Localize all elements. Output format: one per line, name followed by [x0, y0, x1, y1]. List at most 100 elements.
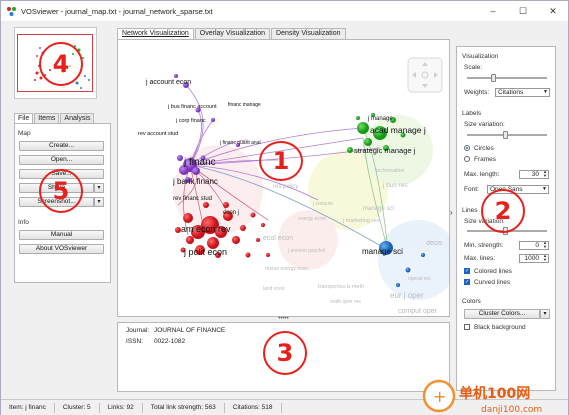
label-j-polit-econ: j polit econ	[183, 247, 227, 257]
label-j-bus-financ-account: j bus financ account	[167, 104, 217, 110]
navigation-control-icon[interactable]	[407, 57, 443, 93]
black-background-label: Black background	[474, 324, 526, 331]
map-section-label: Map	[18, 130, 31, 137]
frames-radio[interactable]	[464, 156, 470, 162]
annotation-3: 3	[263, 331, 307, 375]
label-j-environ-psychol: j environ psychol	[287, 248, 325, 254]
font-label: Font:	[464, 186, 479, 193]
status-total-link-strength: Total link strength: 563	[143, 402, 225, 413]
labels-size-variation-label: Size variation:	[464, 121, 505, 128]
annotation-4: 4	[39, 42, 83, 86]
manual-button[interactable]: Manual	[19, 230, 104, 240]
label-transport-res: transportes b-meth	[318, 284, 364, 290]
lines-section-label: Lines	[462, 207, 478, 214]
label-am-econ-rev: am econ rev	[181, 224, 231, 234]
annotation-1: 1	[259, 141, 303, 181]
label-decis: decis	[426, 240, 443, 247]
label-strategic-manage-j: strategic manage j	[354, 146, 416, 155]
chevron-down-icon: ▼	[543, 89, 548, 95]
status-citations: Citations: 518	[225, 402, 282, 413]
chevron-down-icon: ▼	[542, 186, 547, 192]
scale-slider-thumb[interactable]	[491, 74, 496, 82]
tab-density-visualization[interactable]: Density Visualization	[271, 28, 346, 39]
label-econ-j: econ j	[223, 210, 239, 216]
status-links: Links: 92	[100, 402, 143, 413]
status-item: Item: j financ	[1, 402, 55, 413]
tab-file[interactable]: File	[14, 113, 34, 123]
min-strength-value: 0	[535, 242, 539, 249]
svg-text:+: +	[433, 387, 446, 406]
label-j-financ: j financ	[183, 157, 216, 168]
open-button[interactable]: Open...	[19, 155, 104, 165]
visualization-tabs: Network Visualization Overlay Visualizat…	[117, 28, 347, 39]
max-lines-value: 1000	[524, 255, 539, 262]
label-manage-sci-small: manage sci	[363, 206, 394, 212]
screenshot-dropdown-icon[interactable]: ▾	[94, 197, 104, 207]
label-j-consum: j consum	[312, 201, 333, 207]
circles-radio[interactable]	[464, 145, 470, 151]
label-resour-energy-econ: resour energy econ	[265, 266, 308, 272]
label-j-financ-quant-anal: j financ quant anal	[219, 140, 261, 146]
spinner-arrows-icon[interactable]: ▲ ▼	[543, 170, 547, 178]
max-lines-label: Max. lines:	[464, 255, 496, 262]
min-strength-label: Min. strength:	[464, 242, 504, 249]
label-acad-manage-j: acad manage j	[370, 125, 426, 135]
label-manage-sci: manage sci	[362, 247, 403, 256]
tab-analysis[interactable]: Analysis	[60, 113, 95, 123]
window-title: VOSviewer - journal_map.txt - journal_ne…	[21, 6, 213, 16]
issn-value: 0022-1082	[154, 338, 186, 345]
label-j-account-econ: j account econ	[145, 79, 191, 86]
info-section-label: Info	[18, 219, 29, 226]
create-button[interactable]: Create...	[19, 141, 104, 151]
scale-slider[interactable]	[467, 77, 547, 79]
label-rev-financ-stud: rev financ stud	[173, 196, 212, 202]
cluster-colors-dropdown-icon[interactable]: ▾	[540, 309, 550, 319]
journal-label: Journal:	[126, 327, 150, 334]
weights-select-value: Citations	[498, 89, 524, 96]
min-strength-spinner[interactable]: 0 ▲ ▼	[519, 241, 549, 250]
tab-overlay-visualization[interactable]: Overlay Visualization	[194, 28, 271, 39]
labels-size-slider-thumb[interactable]	[503, 131, 508, 139]
journal-value: JOURNAL OF FINANCE	[154, 327, 226, 334]
spinner-arrows-icon[interactable]: ▲ ▼	[543, 254, 547, 262]
about-button[interactable]: About VOSviewer	[19, 244, 104, 254]
app-window: VOSviewer - journal_map.txt - journal_ne…	[0, 0, 569, 415]
annotation-2: 2	[481, 189, 525, 233]
label-technovation: technovation	[376, 168, 405, 174]
label-energy-econ: energy econ	[298, 216, 326, 222]
curved-lines-checkbox[interactable]: ✓	[464, 279, 470, 285]
colors-section-label: Colors	[462, 298, 481, 305]
label-comput-oper: comput oper	[398, 308, 438, 315]
weights-select[interactable]: Citations ▼	[495, 88, 550, 97]
label-rev-account-stud: rev account stud	[138, 131, 178, 137]
close-button[interactable]: ✕	[538, 1, 568, 21]
watermark-url: danji100.com	[481, 405, 542, 415]
label-operat-res: operat res	[408, 276, 431, 282]
annotation-5: 5	[39, 169, 83, 213]
share-dropdown-icon[interactable]: ▾	[94, 183, 104, 193]
cluster-colors-button[interactable]: Cluster Colors...	[464, 309, 540, 319]
issn-label: ISSN:	[126, 338, 143, 345]
max-lines-spinner[interactable]: 1000 ▲ ▼	[519, 254, 549, 263]
tab-items[interactable]: Items	[34, 113, 60, 123]
label-eur-j-oper: eur j oper	[390, 291, 424, 300]
title-bar: VOSviewer - journal_map.txt - journal_ne…	[1, 1, 568, 21]
colored-lines-checkbox[interactable]: ✓	[464, 268, 470, 274]
label-j-bank-financ: j bank financ	[172, 177, 218, 186]
black-background-checkbox[interactable]	[464, 324, 470, 330]
tab-network-visualization[interactable]: Network Visualization	[117, 28, 194, 39]
max-length-label: Max. length:	[464, 171, 500, 178]
watermark: + 单机100网 danji100.com	[419, 376, 569, 415]
spinner-arrows-icon[interactable]: ▲ ▼	[543, 241, 547, 249]
max-length-spinner[interactable]: 30 ▲ ▼	[519, 170, 549, 179]
maximize-button[interactable]: ☐	[508, 1, 538, 21]
minimize-button[interactable]: –	[478, 1, 508, 21]
collapse-panel-icon[interactable]: ›	[450, 208, 453, 217]
label-j-bus-res: j bus res	[382, 182, 408, 189]
frames-label: Frames	[474, 156, 497, 163]
label-j-manage: j manage	[367, 116, 393, 122]
label-math-oper-res: math oper res	[330, 299, 361, 305]
max-length-value: 30	[531, 171, 539, 178]
status-cluster: Cluster: 5	[55, 402, 100, 413]
label-res-policy: res policy	[273, 184, 298, 190]
